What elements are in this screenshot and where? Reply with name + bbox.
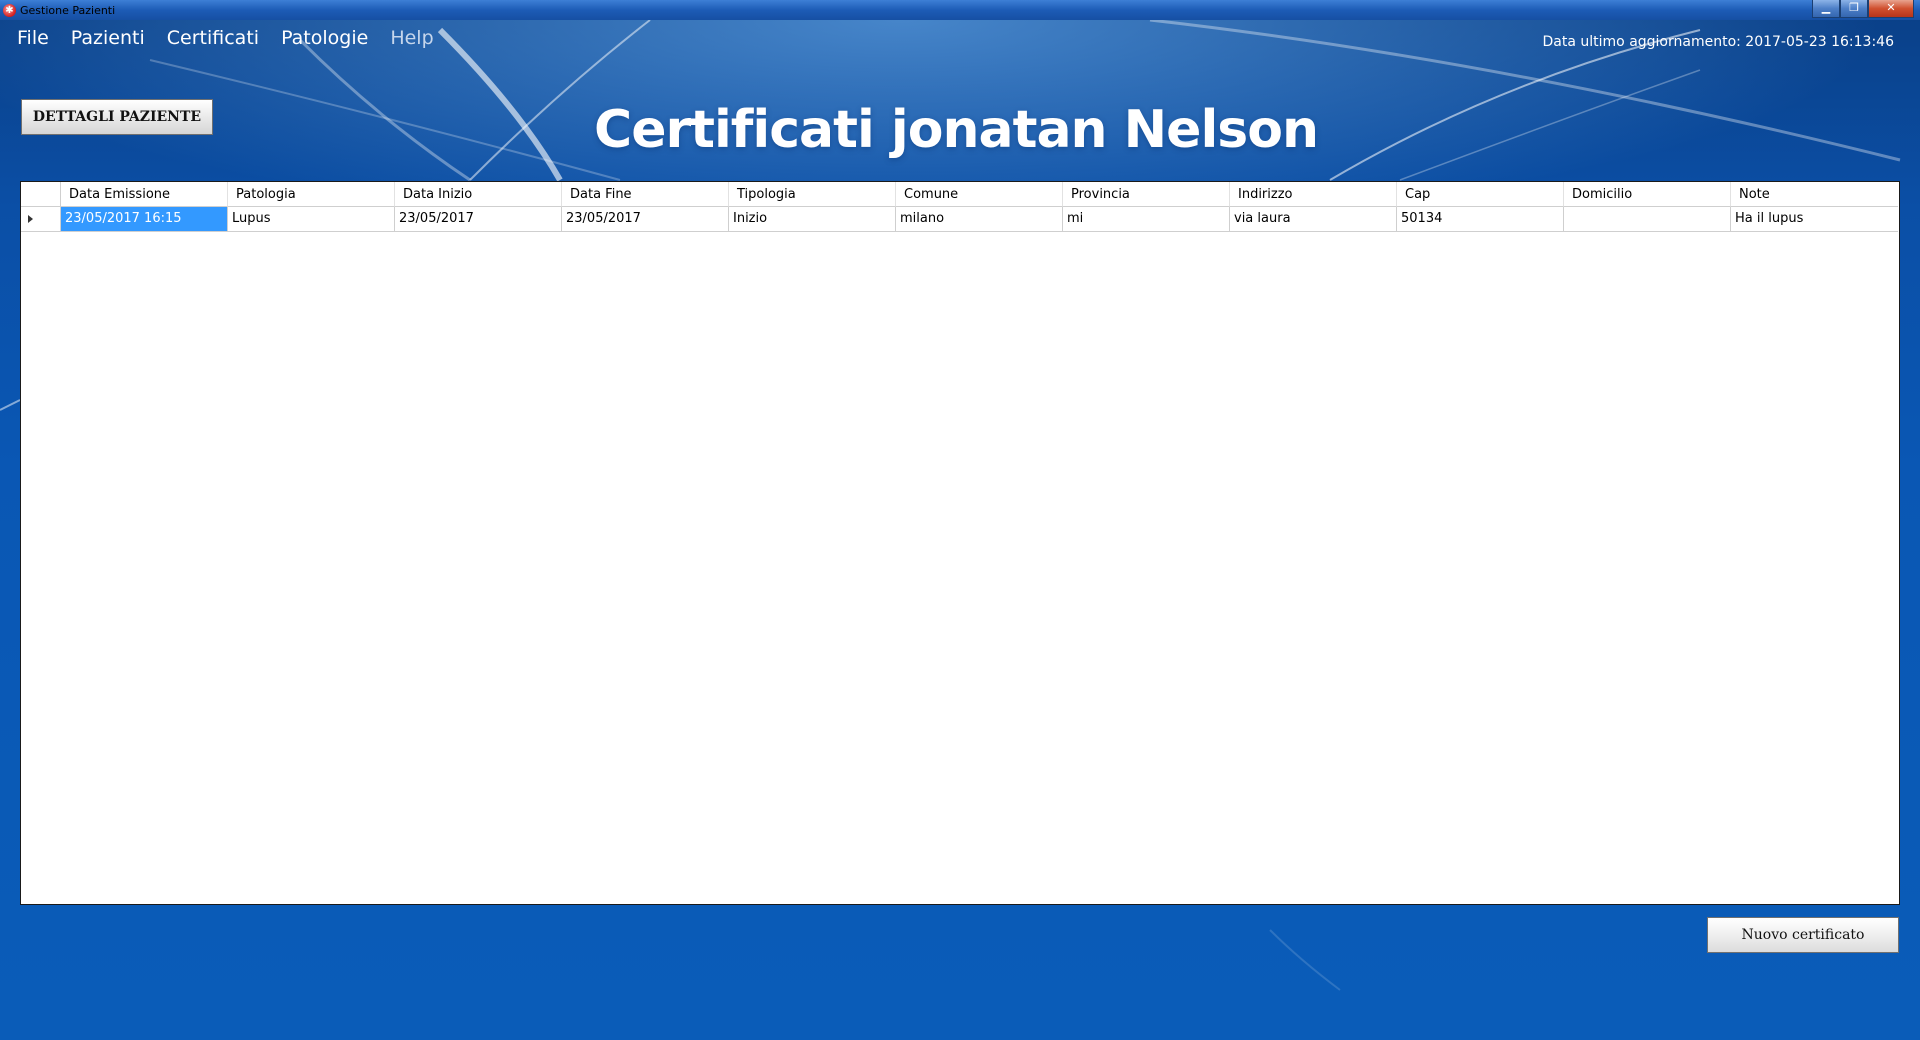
window-controls: ▁ ❐ ✕ — [1812, 0, 1914, 18]
table-header: Data Emissione Patologia Data Inizio Dat… — [21, 182, 1899, 207]
column-header[interactable]: Data Inizio — [395, 182, 562, 207]
table-cell[interactable]: 23/05/2017 — [395, 207, 562, 232]
column-header[interactable]: Comune — [896, 182, 1063, 207]
column-header[interactable]: Indirizzo — [1230, 182, 1397, 207]
app-icon: ✱ — [3, 3, 16, 17]
column-header[interactable]: Domicilio — [1564, 182, 1731, 207]
column-header[interactable]: Cap — [1397, 182, 1564, 207]
row-selector[interactable] — [21, 207, 61, 232]
column-header[interactable]: Patologia — [228, 182, 395, 207]
row-header-corner — [21, 182, 61, 207]
column-header[interactable]: Note — [1731, 182, 1898, 207]
menu-pazienti[interactable]: Pazienti — [60, 27, 156, 49]
column-header[interactable]: Data Emissione — [61, 182, 228, 207]
column-header[interactable]: Tipologia — [729, 182, 896, 207]
table-cell[interactable]: Lupus — [228, 207, 395, 232]
table-cell[interactable]: 23/05/2017 — [562, 207, 729, 232]
menu-help[interactable]: Help — [379, 27, 444, 49]
menu-bar: File Pazienti Certificati Patologie Help — [6, 27, 445, 49]
window-title-bar: ✱ Gestione Pazienti ▁ ❐ ✕ — [0, 0, 1920, 20]
current-row-arrow-icon — [28, 215, 33, 223]
new-certificate-button[interactable]: Nuovo certificato — [1707, 917, 1899, 953]
column-header[interactable]: Provincia — [1063, 182, 1230, 207]
menu-patologie[interactable]: Patologie — [270, 27, 379, 49]
table-cell[interactable]: mi — [1063, 207, 1230, 232]
maximize-button[interactable]: ❐ — [1840, 0, 1868, 18]
table-cell[interactable]: via laura — [1230, 207, 1397, 232]
column-header[interactable]: Data Fine — [562, 182, 729, 207]
page-title: Certificati jonatan Nelson — [594, 100, 1319, 160]
window-title: Gestione Pazienti — [20, 3, 116, 17]
certificates-table[interactable]: Data Emissione Patologia Data Inizio Dat… — [20, 181, 1900, 905]
last-update-text: Data ultimo aggiornamento: 2017-05-23 16… — [1542, 34, 1894, 50]
table-cell[interactable] — [1564, 207, 1731, 232]
table-row[interactable]: 23/05/2017 16:15 Lupus 23/05/2017 23/05/… — [21, 207, 1899, 232]
table-cell[interactable]: 50134 — [1397, 207, 1564, 232]
close-button[interactable]: ✕ — [1868, 0, 1914, 18]
table-cell[interactable]: 23/05/2017 16:15 — [61, 207, 228, 232]
table-cell[interactable]: Inizio — [729, 207, 896, 232]
menu-file[interactable]: File — [6, 27, 60, 49]
table-cell[interactable]: milano — [896, 207, 1063, 232]
menu-certificati[interactable]: Certificati — [156, 27, 270, 49]
minimize-button[interactable]: ▁ — [1812, 0, 1840, 18]
table-cell[interactable]: Ha il lupus — [1731, 207, 1898, 232]
